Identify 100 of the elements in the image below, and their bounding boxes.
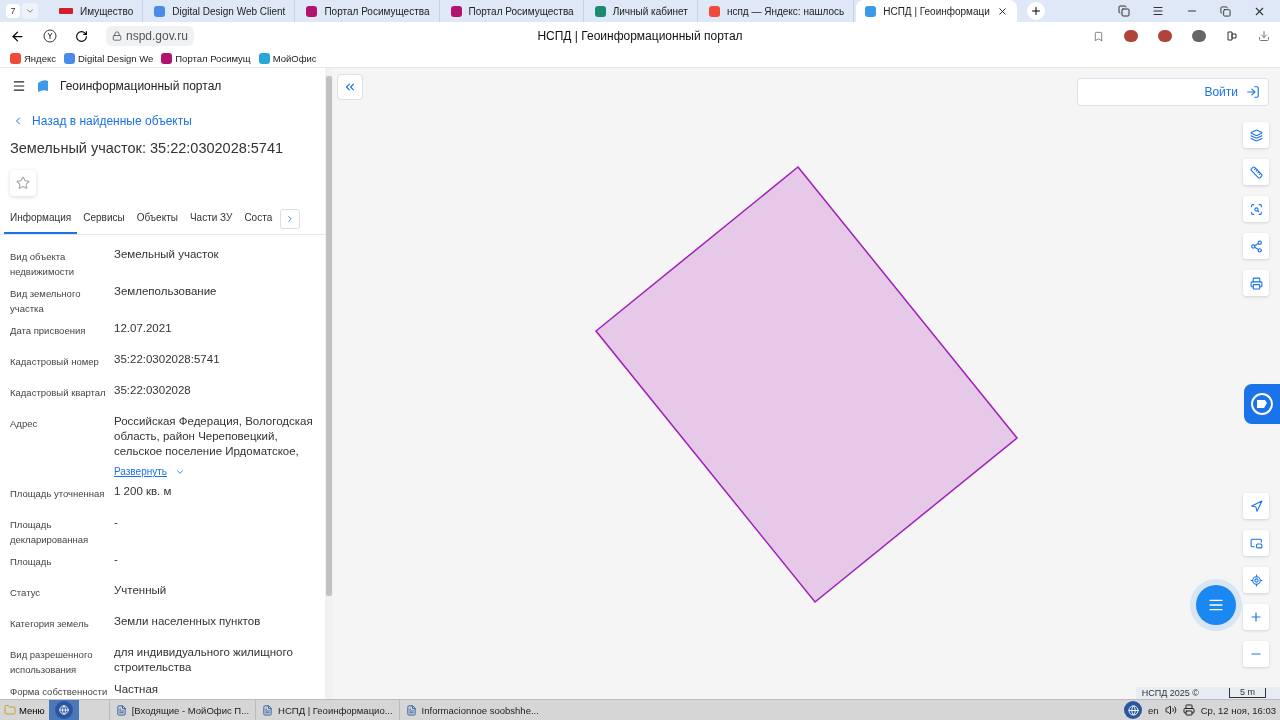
- browser-taskbar-button[interactable]: [48, 700, 79, 720]
- field-value: -: [114, 552, 119, 567]
- extension-icon[interactable]: [1124, 30, 1138, 42]
- bookmark-item[interactable]: Портал Росимущ: [161, 53, 251, 64]
- field-value: Учтенный: [114, 583, 168, 598]
- printer-icon[interactable]: [1182, 704, 1195, 716]
- close-icon[interactable]: [996, 5, 1008, 17]
- scan-search-icon: [1249, 202, 1263, 216]
- zoom-in-button[interactable]: [1243, 604, 1269, 630]
- site-favicon-icon: [10, 53, 21, 64]
- back-icon[interactable]: [10, 28, 25, 44]
- browser-tray-icon[interactable]: [1124, 701, 1143, 719]
- feedback-button[interactable]: [1244, 384, 1280, 424]
- extension-icon[interactable]: [1192, 30, 1206, 42]
- site-favicon-icon: [63, 53, 75, 64]
- menu-icon[interactable]: [12, 79, 26, 93]
- chat-button[interactable]: [1196, 585, 1236, 625]
- bookmark-item[interactable]: МойОфис: [258, 53, 317, 64]
- field-label: Категория земель: [10, 617, 90, 631]
- collapse-panel-button[interactable]: [337, 74, 363, 100]
- chevron-down-icon: [25, 6, 35, 16]
- zoom-out-button[interactable]: [1243, 641, 1269, 667]
- share-icon: [1249, 239, 1263, 253]
- browser-logo-icon[interactable]: [43, 29, 57, 43]
- back-link[interactable]: Назад в найденные объекты: [12, 114, 325, 128]
- taskbar-task[interactable]: [Входящие - МойОфис П...: [108, 700, 256, 720]
- browser-tab[interactable]: Имущество: [50, 0, 144, 22]
- download-icon[interactable]: [1258, 30, 1270, 42]
- restore-icon[interactable]: [1220, 5, 1231, 17]
- menu-icon[interactable]: [1152, 5, 1164, 17]
- share-button[interactable]: [1243, 233, 1269, 259]
- field-value: -: [114, 515, 119, 530]
- object-heading: Земельный участок: 35:22:0302028:5741: [10, 140, 285, 156]
- field-label: Кадастровый номер: [10, 355, 100, 369]
- field-label: Площадь: [10, 555, 53, 569]
- navigation-button[interactable]: [1243, 493, 1269, 519]
- browser-tab[interactable]: нспд — Яндекс: нашлось: [699, 0, 855, 22]
- expand-link[interactable]: Развернуть: [114, 466, 185, 477]
- locate-button[interactable]: [1243, 567, 1269, 593]
- layers-button[interactable]: [1243, 122, 1269, 148]
- minimap-icon: [1249, 536, 1263, 550]
- login-button[interactable]: Войти: [1077, 78, 1269, 106]
- bookmark-item[interactable]: Яндекс: [10, 53, 56, 64]
- keyboard-layout[interactable]: en: [1148, 704, 1159, 716]
- browser-tab[interactable]: НСПД | Геоинформаци: [856, 0, 1017, 22]
- bookmark-item[interactable]: Digital Design We: [63, 53, 154, 64]
- lock-icon: [112, 31, 122, 41]
- taskbar-task[interactable]: Informacionnoe soobshhe...: [398, 700, 545, 720]
- reload-icon[interactable]: [75, 29, 88, 43]
- extension-icon[interactable]: [1226, 30, 1238, 42]
- field-value: Частная: [114, 682, 160, 697]
- bookmark-icon[interactable]: [1093, 30, 1104, 42]
- minimap-button[interactable]: [1243, 530, 1269, 556]
- browser-tab[interactable]: Digital Design Web Client: [145, 0, 296, 22]
- field-value: Российская Федерация, Вологодская область, район Череповецкий, сельское поселение Ирдоматское,: [114, 414, 314, 459]
- favorite-button[interactable]: [10, 170, 36, 196]
- site-favicon-icon: [161, 53, 173, 64]
- site-favicon-icon: [594, 5, 606, 17]
- clock[interactable]: Ср, 12 ноя, 16:03: [1200, 704, 1276, 716]
- tabs-icon[interactable]: [1118, 5, 1130, 17]
- info-tab[interactable]: Сервисы: [77, 206, 131, 234]
- field-label: Площадь декларированная: [10, 518, 90, 547]
- info-tab[interactable]: Части ЗУ: [183, 206, 239, 234]
- info-tab[interactable]: Информация: [4, 206, 78, 234]
- address-field[interactable]: nspd.gov.ru: [106, 26, 194, 46]
- info-tab[interactable]: Соста: [238, 206, 279, 234]
- locate-icon: [1249, 573, 1263, 587]
- browser-tab[interactable]: Личный кабинет: [585, 0, 698, 22]
- folder-icon: [4, 704, 16, 716]
- field-value: Земельный участок: [114, 247, 220, 262]
- site-favicon-icon: [450, 5, 462, 17]
- print-button[interactable]: [1243, 270, 1269, 296]
- taskbar-task[interactable]: НСПД | Геоинформацио...: [255, 700, 399, 720]
- scrollbar-thumb[interactable]: [326, 76, 332, 596]
- globe-icon: [58, 705, 69, 715]
- area-search-button[interactable]: [1243, 196, 1269, 222]
- extension-icon[interactable]: [1158, 30, 1172, 42]
- field-label: Площадь уточненная: [10, 487, 106, 501]
- page-title: НСПД | Геоинформационный портал: [537, 29, 743, 43]
- document-icon: [115, 704, 127, 716]
- ruler-button[interactable]: [1243, 159, 1269, 185]
- star-icon: [16, 176, 30, 190]
- field-label: Кадастровый квартал: [10, 386, 107, 400]
- portal-logo-icon: [36, 79, 50, 93]
- browser-tab[interactable]: Портал Росимущества: [297, 0, 440, 22]
- site-favicon-icon: [306, 5, 318, 17]
- info-tab[interactable]: Объекты: [130, 206, 184, 234]
- volume-icon[interactable]: [1164, 704, 1177, 716]
- field-label: Вид земельного участка: [10, 287, 82, 316]
- field-value: Землепользование: [114, 284, 218, 299]
- browser-tab[interactable]: Портал Росимущества: [441, 0, 584, 22]
- field-label: Вид объекта недвижимости: [10, 250, 76, 279]
- plus-icon: [1029, 5, 1042, 17]
- site-favicon-icon: [865, 5, 877, 17]
- tab-counter[interactable]: 7: [6, 4, 20, 18]
- new-tab-button[interactable]: [1026, 2, 1045, 20]
- double-chevron-icon: [343, 80, 357, 94]
- start-menu-button[interactable]: Меню: [0, 700, 49, 720]
- lines-icon: [1208, 597, 1224, 613]
- site-logo-icon: [59, 8, 73, 14]
